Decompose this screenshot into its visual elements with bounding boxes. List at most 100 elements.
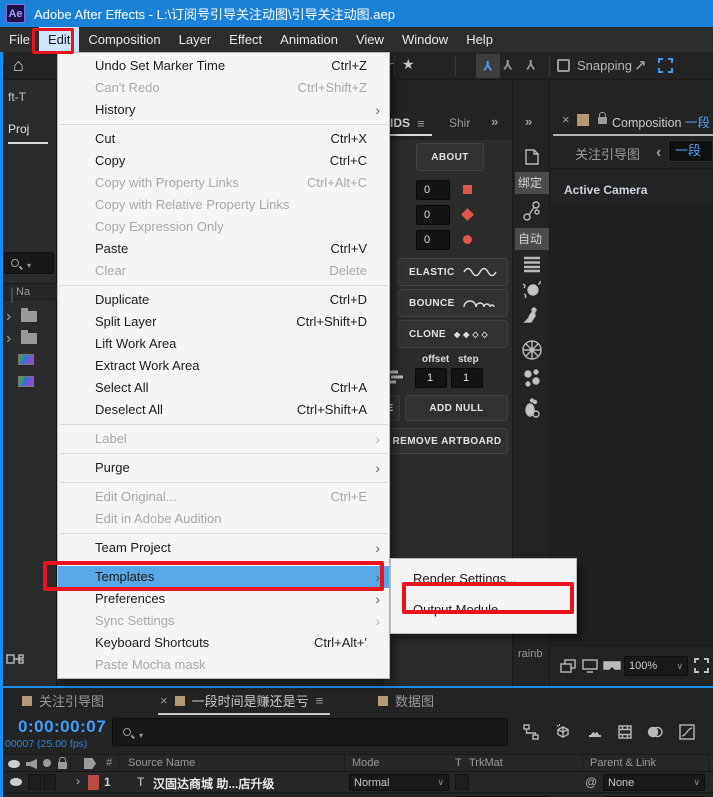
- folder-row[interactable]: ›: [6, 308, 38, 326]
- layer-name[interactable]: 汉固达商城 助...店升级: [153, 775, 274, 792]
- lock-column-icon[interactable]: [58, 757, 67, 769]
- clone-button[interactable]: CLONE ◆ ◆ ◇ ◇: [398, 320, 508, 348]
- layer-color-chip[interactable]: [88, 775, 99, 790]
- blend-mode-dropdown[interactable]: Normal ∨: [349, 774, 449, 791]
- tab-close-icon[interactable]: ×: [562, 112, 570, 127]
- snapping-checkbox[interactable]: [557, 59, 570, 72]
- frame-blending-icon[interactable]: [616, 723, 634, 741]
- shake-ball-tool-icon[interactable]: [520, 278, 544, 302]
- auto-tool-button[interactable]: 自动: [515, 228, 549, 250]
- menu-item-duplicate[interactable]: Duplicate Ctrl+D: [58, 289, 389, 311]
- timeline-search-input[interactable]: ▾: [112, 718, 508, 746]
- panel-menu-icon[interactable]: ≡: [316, 693, 324, 708]
- snap-along-edges-icon[interactable]: ↗: [634, 56, 647, 74]
- solo-column-icon[interactable]: [43, 759, 51, 767]
- menu-item-history[interactable]: History ›: [58, 99, 389, 121]
- always-preview-icon[interactable]: [559, 658, 577, 674]
- menu-item-preferences[interactable]: Preferences ›: [58, 588, 389, 610]
- overflow-chevron-icon[interactable]: »: [525, 114, 532, 129]
- arm-tool-icon[interactable]: [521, 199, 543, 223]
- 3d-glasses-icon[interactable]: [602, 658, 622, 674]
- particles-tool-icon[interactable]: [520, 367, 544, 391]
- solo-toggle[interactable]: [43, 774, 56, 790]
- footage-row[interactable]: [18, 374, 34, 392]
- timeline-tab-2-active[interactable]: × 一段时间是赚还是亏 ≡: [160, 688, 323, 713]
- value-field-1[interactable]: 0: [416, 180, 450, 200]
- timeline-tab-3[interactable]: 数据图: [378, 688, 434, 713]
- orbit-camera-tool-icon[interactable]: Y: [476, 54, 500, 78]
- remove-artboard-button[interactable]: REMOVE ARTBOARD: [386, 428, 508, 454]
- index-column-header[interactable]: #: [106, 757, 112, 769]
- elastic-button[interactable]: ELASTIC: [398, 258, 508, 286]
- layer-row-1[interactable]: › 1 T 汉固达商城 助...店升级 Normal ∨ @ None ∨: [0, 772, 713, 793]
- pin-tool-icon[interactable]: ★: [402, 56, 415, 73]
- note-tool-icon[interactable]: [522, 147, 542, 167]
- dolly-camera-tool-icon[interactable]: Y: [526, 57, 535, 75]
- zoom-level-dropdown[interactable]: 100% ∨: [624, 656, 688, 676]
- trkmat-cell[interactable]: [455, 774, 469, 790]
- menu-item-split-layer[interactable]: Split Layer Ctrl+Shift+D: [58, 311, 389, 333]
- label-column-icon[interactable]: [84, 758, 96, 769]
- menu-layer[interactable]: Layer: [170, 27, 221, 52]
- active-camera-label[interactable]: Active Camera: [564, 183, 647, 197]
- menu-item-lift-work-area[interactable]: Lift Work Area: [58, 333, 389, 355]
- breadcrumb-root[interactable]: 关注引导图: [575, 144, 640, 163]
- value-field-2[interactable]: 0: [416, 205, 450, 225]
- tab-project[interactable]: Proj: [8, 122, 29, 136]
- breadcrumb-current[interactable]: 一段: [668, 140, 713, 162]
- menu-composition[interactable]: Composition: [79, 27, 169, 52]
- overflow-chevron-icon[interactable]: »: [491, 114, 498, 129]
- step-input[interactable]: 1: [451, 368, 483, 388]
- audio-toggle[interactable]: [28, 774, 41, 790]
- menu-item-purge[interactable]: Purge ›: [58, 457, 389, 479]
- menu-view[interactable]: View: [347, 27, 393, 52]
- tab-shine[interactable]: Shir: [449, 116, 470, 130]
- column-name-header[interactable]: Na: [16, 286, 30, 298]
- menu-item-team-project[interactable]: Team Project ›: [58, 537, 389, 559]
- primary-viewer-icon[interactable]: [581, 658, 599, 674]
- wheel-tool-icon[interactable]: [520, 338, 544, 362]
- add-null-button[interactable]: ADD NULL: [405, 395, 508, 421]
- menu-item-keyboard-shortcuts[interactable]: Keyboard Shortcuts Ctrl+Alt+': [58, 632, 389, 654]
- tab-ids[interactable]: IDS: [390, 116, 410, 130]
- current-timecode[interactable]: 0:00:00:07: [18, 717, 106, 737]
- offset-input[interactable]: 1: [415, 368, 447, 388]
- footprint-tool-icon[interactable]: [520, 396, 544, 422]
- menu-item-undo[interactable]: Undo Set Marker Time Ctrl+Z: [58, 55, 389, 77]
- snap-bounding-box-icon[interactable]: [658, 58, 673, 73]
- folder-row[interactable]: ›: [6, 330, 38, 348]
- list-tool-icon[interactable]: [522, 255, 542, 273]
- lock-icon[interactable]: [598, 112, 607, 124]
- region-of-interest-icon[interactable]: [694, 658, 709, 673]
- panel-menu-icon[interactable]: ≡: [417, 116, 425, 131]
- comp-tab-label[interactable]: Composition 一段: [612, 112, 710, 131]
- bind-tool-button[interactable]: 绑定: [515, 172, 549, 194]
- tab-ft-toolbar[interactable]: ft-T: [8, 90, 26, 104]
- expand-arrow-icon[interactable]: ›: [76, 774, 80, 788]
- video-column-icon[interactable]: [8, 760, 20, 768]
- menu-item-paste[interactable]: Paste Ctrl+V: [58, 238, 389, 260]
- menu-help[interactable]: Help: [457, 27, 502, 52]
- draft-3d-icon[interactable]: [554, 723, 572, 741]
- source-name-column-header[interactable]: Source Name: [128, 757, 195, 769]
- search-options-arrow[interactable]: ▾: [27, 261, 31, 270]
- trkmat-column-header[interactable]: TrkMat: [469, 757, 503, 769]
- composition-mini-flowchart-icon[interactable]: [522, 723, 540, 741]
- project-search-input[interactable]: ▾: [4, 252, 54, 274]
- flowchart-button-icon[interactable]: [6, 652, 24, 666]
- leg-tool-icon[interactable]: [521, 307, 543, 333]
- tab-close-icon[interactable]: ×: [160, 693, 168, 708]
- footage-row[interactable]: [18, 352, 34, 370]
- menu-item-copy[interactable]: Copy Ctrl+C: [58, 150, 389, 172]
- about-button[interactable]: ABOUT: [416, 143, 484, 171]
- pan-camera-tool-icon[interactable]: Y: [503, 57, 512, 75]
- timeline-tab-1[interactable]: 关注引导图: [22, 688, 104, 713]
- search-options-arrow[interactable]: ▾: [139, 731, 143, 740]
- menu-effect[interactable]: Effect: [220, 27, 271, 52]
- motion-blur-icon[interactable]: [646, 723, 664, 741]
- menu-item-extract-work-area[interactable]: Extract Work Area: [58, 355, 389, 377]
- menu-animation[interactable]: Animation: [271, 27, 347, 52]
- graph-editor-icon[interactable]: [678, 723, 696, 741]
- bounce-button[interactable]: BOUNCE: [398, 289, 508, 317]
- parent-link-column-header[interactable]: Parent & Link: [590, 757, 656, 769]
